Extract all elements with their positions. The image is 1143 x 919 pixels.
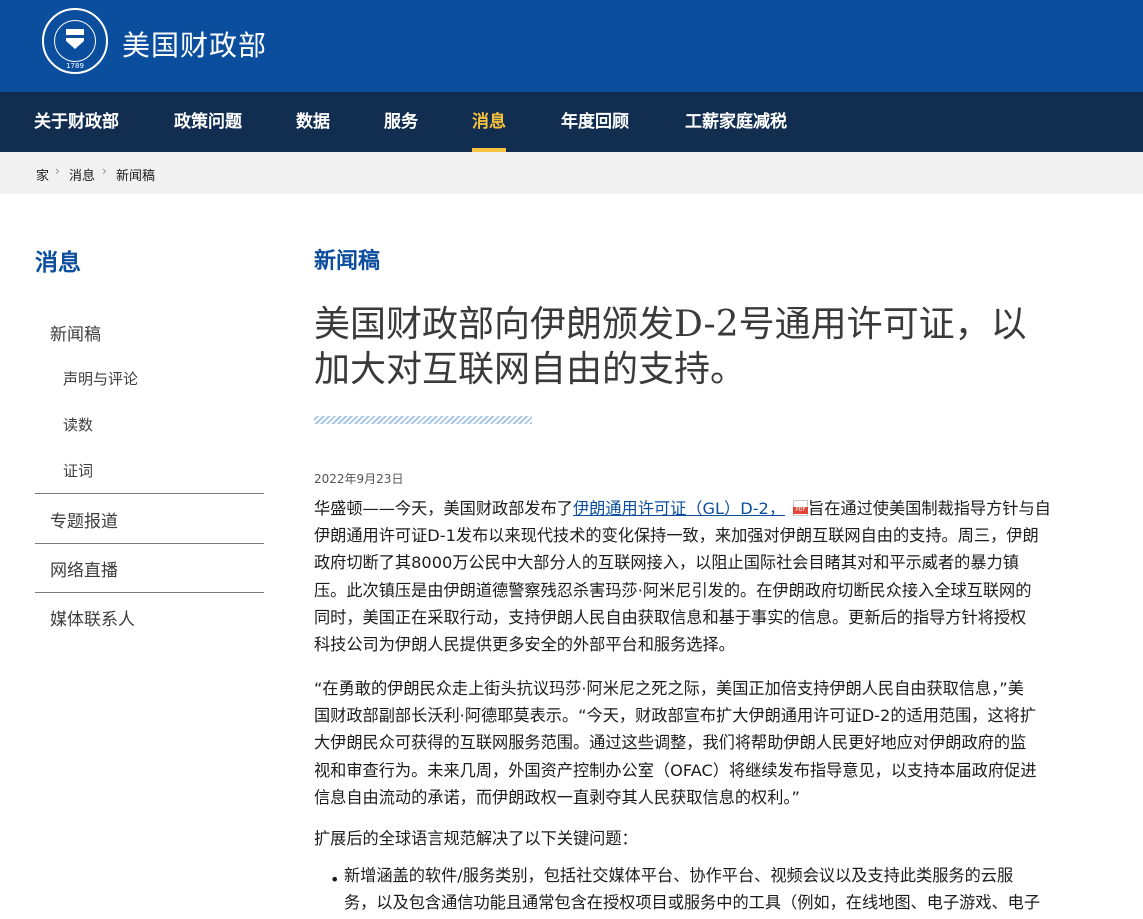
article-paragraph: 扩展后的全球语言规范解决了以下关键问题： bbox=[314, 829, 638, 848]
paragraph-line: 科技公司为伊朗人民提供更多安全的外部平台和服务选择。 bbox=[314, 635, 735, 655]
article-title-line: 美国财政部向伊朗颁发D-2号通用许可证，以 bbox=[314, 304, 1027, 345]
sidebar-item-media-contacts[interactable]: 媒体联系人 bbox=[50, 605, 135, 630]
paragraph-text: 旨在通过使美国制裁指导方针与自 bbox=[808, 499, 1051, 518]
article-title: 美国财政部向伊朗颁发D-2号通用许可证，以 加大对互联网自由的支持。 bbox=[314, 302, 1114, 392]
decorative-stripe bbox=[314, 416, 532, 424]
nav-item-data[interactable]: 数据 bbox=[296, 92, 330, 152]
article-paragraph: 华盛顿——今天，美国财政部发布了伊朗通用许可证（GL）D-2， 旨在通过使美国制裁… bbox=[314, 495, 1104, 658]
sidebar-item-featured[interactable]: 专题报道 bbox=[50, 507, 118, 532]
sidebar-divider bbox=[35, 543, 264, 544]
paragraph-line: 政府切断了其8000万公民中大部分人的互联网接入，以阻止国际社会目睹其对和平示威… bbox=[314, 553, 1019, 573]
sidebar-title: 消息 bbox=[35, 250, 81, 276]
nav-item-about[interactable]: 关于财政部 bbox=[34, 92, 119, 152]
list-item: 新增涵盖的软件/服务类别，包括社交媒体平台、协作平台、视频会议以及支持此类服务的… bbox=[344, 862, 1114, 916]
paragraph-line: 伊朗通用许可证D-1发布以来现代技术的变化保持一致，来加强对伊朗互联网自由的支持… bbox=[314, 526, 1039, 546]
sidebar-divider bbox=[35, 493, 264, 494]
sidebar-item-webcasts[interactable]: 网络直播 bbox=[50, 556, 118, 581]
paragraph-line: 新增涵盖的软件/服务类别，包括社交媒体平台、协作平台、视频会议以及支持此类服务的… bbox=[344, 866, 1014, 885]
sidebar-subitem-readouts[interactable]: 读数 bbox=[63, 414, 93, 435]
treasury-seal-icon[interactable]: 1789 bbox=[42, 8, 108, 74]
paragraph-text: 华盛顿——今天，美国财政部发布了 bbox=[314, 499, 573, 518]
nav-item-tax-cuts[interactable]: 工薪家庭减税 bbox=[685, 92, 787, 152]
breadcrumb-separator: › bbox=[102, 164, 107, 178]
main-nav: 关于财政部 政策问题 数据 服务 消息 年度回顾 工薪家庭减税 bbox=[0, 92, 1143, 152]
paragraph-line: 华盛顿——今天，美国财政部发布了伊朗通用许可证（GL）D-2， 旨在通过使美国制裁… bbox=[314, 495, 1104, 522]
paragraph-line: 视和审查行为。未来几周，外国资产控制办公室（OFAC）将继续发布指导意见，以支持… bbox=[314, 760, 1037, 780]
breadcrumb-home[interactable]: 家 bbox=[36, 165, 49, 184]
nav-item-policy[interactable]: 政策问题 bbox=[174, 92, 242, 152]
pdf-icon bbox=[793, 500, 809, 516]
nav-item-services[interactable]: 服务 bbox=[384, 92, 418, 152]
seal-year: 1789 bbox=[66, 62, 84, 70]
breadcrumb-separator: › bbox=[55, 164, 60, 178]
paragraph-line: “在勇敢的伊朗民众走上街头抗议玛莎·阿米尼之死之际，美国正加倍支持伊朗人民自由获… bbox=[314, 679, 1024, 698]
site-header: 1789 美国财政部 bbox=[0, 0, 1143, 92]
sidebar-subitem-testimonies[interactable]: 证词 bbox=[63, 460, 93, 481]
breadcrumb-news[interactable]: 消息 bbox=[69, 165, 95, 184]
paragraph-line: 压。此次镇压是由伊朗道德警察残忍杀害玛莎·阿米尼引发的。在伊朗政府切断民众接入全… bbox=[314, 580, 1032, 600]
section-title: 新闻稿 bbox=[314, 249, 381, 274]
article-date: 2022年9月23日 bbox=[314, 472, 404, 486]
article-title-line: 加大对互联网自由的支持。 bbox=[314, 349, 747, 390]
sidebar-divider bbox=[35, 592, 264, 593]
seal-band bbox=[66, 35, 84, 38]
paragraph-line: 同时，美国正在采取行动，支持伊朗人民自由获取信息和基于事实的信息。更新后的指导方… bbox=[314, 607, 1027, 627]
nav-item-year-review[interactable]: 年度回顾 bbox=[561, 92, 629, 152]
site-title[interactable]: 美国财政部 bbox=[122, 24, 267, 64]
breadcrumb-current: 新闻稿 bbox=[116, 169, 156, 184]
paragraph-line: 国财政部副部长沃利·阿德耶莫表示。“今天，财政部宣布扩大伊朗通用许可证D-2的适… bbox=[314, 706, 1037, 726]
nav-item-news[interactable]: 消息 bbox=[472, 92, 506, 152]
paragraph-line: 大伊朗民众可获得的互联网服务范围。通过这些调整，我们将帮助伊朗人民更好地应对伊朗… bbox=[314, 733, 1027, 753]
bullet-icon: • bbox=[330, 870, 340, 889]
license-link[interactable]: 伊朗通用许可证（GL）D-2， bbox=[573, 499, 785, 518]
sidebar-subitem-statements[interactable]: 声明与评论 bbox=[63, 368, 138, 389]
article-quote-paragraph: “在勇敢的伊朗民众走上街头抗议玛莎·阿米尼之死之际，美国正加倍支持伊朗人民自由获… bbox=[314, 675, 1104, 811]
paragraph-line: 务，以及包含通信功能且通常包含在授权项目或服务中的工具（例如，在线地图、电子游戏… bbox=[344, 893, 1041, 913]
sidebar-item-press-releases[interactable]: 新闻稿 bbox=[50, 320, 101, 345]
breadcrumb: 家 › 消息 › 新闻稿 bbox=[0, 152, 1143, 194]
paragraph-line: 信息自由流动的承诺，而伊朗政权一直剥夺其人民获取信息的权利。” bbox=[314, 787, 800, 807]
